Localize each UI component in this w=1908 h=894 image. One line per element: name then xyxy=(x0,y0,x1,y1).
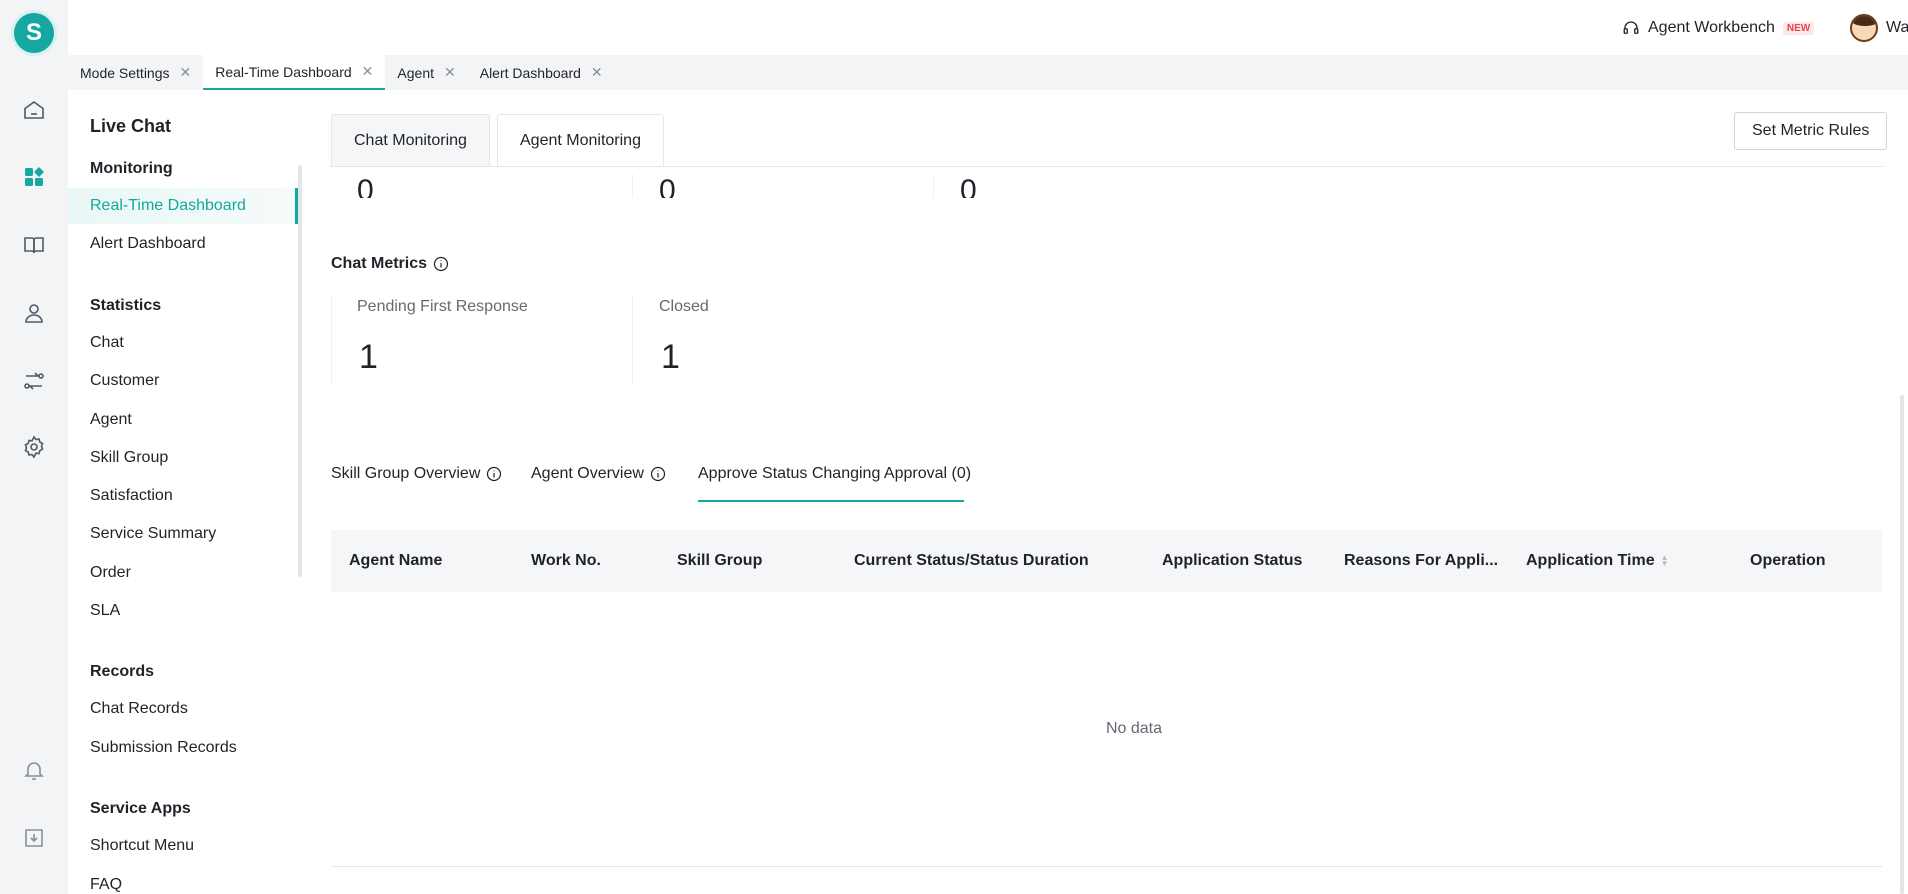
column-operation: Operation xyxy=(1750,552,1826,569)
nav-group-monitoring: Monitoring xyxy=(90,160,173,177)
close-icon[interactable]: ✕ xyxy=(444,64,456,81)
sidebar-item-alert-dashboard[interactable]: Alert Dashboard xyxy=(68,226,298,262)
user-name: Wang xyxy=(1886,19,1908,36)
tab-agent[interactable]: Agent ✕ xyxy=(385,55,467,90)
main-panel: Chat Monitoring Agent Monitoring Set Met… xyxy=(304,90,1908,894)
nav-group-statistics: Statistics xyxy=(90,297,162,314)
column-application-time[interactable]: Application Time ▲ ▼ xyxy=(1526,530,1669,592)
sidebar-item-faq[interactable]: FAQ xyxy=(68,867,298,894)
app-logo[interactable]: S xyxy=(14,13,54,53)
chat-metrics-title: Chat Metrics xyxy=(331,255,449,273)
sidebar-scrollbar[interactable] xyxy=(298,165,302,577)
sidebar-item-chat-records[interactable]: Chat Records xyxy=(68,691,298,727)
tab-label: Skill Group Overview xyxy=(331,465,481,482)
stat-label-closed: Closed xyxy=(659,298,709,315)
divider xyxy=(933,174,934,198)
stat-value: 0 xyxy=(659,174,676,198)
sidebar-item-sla[interactable]: SLA xyxy=(68,593,298,629)
sidebar-item-customer[interactable]: Customer xyxy=(68,363,298,399)
book-icon[interactable] xyxy=(21,232,47,258)
tab-label: Approve Status Changing Approval (0) xyxy=(698,465,972,482)
tab-alert-dashboard[interactable]: Alert Dashboard ✕ xyxy=(468,55,615,90)
sidebar-item-skill-group[interactable]: Skill Group xyxy=(68,440,298,476)
tab-label: Agent Overview xyxy=(531,465,644,482)
headset-icon xyxy=(1623,21,1639,34)
tab-chat-monitoring[interactable]: Chat Monitoring xyxy=(331,114,490,166)
sidebar-title: Live Chat xyxy=(90,116,172,136)
sidebar-item-chat[interactable]: Chat xyxy=(68,325,298,361)
sidebar-item-agent[interactable]: Agent xyxy=(68,402,298,438)
set-metric-rules-button[interactable]: Set Metric Rules xyxy=(1734,112,1888,150)
divider xyxy=(632,296,633,384)
close-icon[interactable]: ✕ xyxy=(362,63,374,80)
sidebar-item-submission-records[interactable]: Submission Records xyxy=(68,730,298,766)
table-header: Agent Name Work No. Skill Group Current … xyxy=(331,530,1882,592)
secondary-sidebar: Live Chat Monitoring Real-Time Dashboard… xyxy=(68,90,304,894)
info-icon[interactable] xyxy=(650,466,666,482)
sort-icon[interactable]: ▲ ▼ xyxy=(1661,554,1669,568)
table-bottom-border xyxy=(331,866,1882,867)
section-title-label: Chat Metrics xyxy=(331,255,428,272)
bell-icon[interactable] xyxy=(21,757,47,783)
nav-group-records: Records xyxy=(90,663,155,680)
avatar xyxy=(1850,14,1878,42)
page-tabs: Mode Settings ✕ Real-Time Dashboard ✕ Ag… xyxy=(68,55,1908,90)
tab-label: Real-Time Dashboard xyxy=(215,63,352,80)
tab-agent-overview[interactable]: Agent Overview xyxy=(531,465,666,483)
tab-label: Mode Settings xyxy=(80,64,170,81)
home-icon[interactable] xyxy=(21,97,47,123)
info-icon[interactable] xyxy=(433,256,449,272)
column-current-status: Current Status/Status Duration xyxy=(854,552,1089,569)
close-icon[interactable]: ✕ xyxy=(180,64,192,81)
user-menu[interactable]: Wang ▼ xyxy=(1850,13,1908,43)
column-work-no: Work No. xyxy=(531,552,601,569)
routing-icon[interactable] xyxy=(21,368,47,394)
column-skill-group: Skill Group xyxy=(677,552,763,569)
column-application-status: Application Status xyxy=(1162,552,1303,569)
sidebar-item-service-summary[interactable]: Service Summary xyxy=(68,516,298,552)
sidebar-item-satisfaction[interactable]: Satisfaction xyxy=(68,478,298,514)
column-label: Application Time xyxy=(1526,552,1655,569)
divider xyxy=(632,174,633,198)
stat-value-pending: 1 xyxy=(359,338,378,376)
stat-value: 0 xyxy=(960,174,977,198)
sidebar-item-real-time-dashboard[interactable]: Real-Time Dashboard xyxy=(68,188,298,224)
close-icon[interactable]: ✕ xyxy=(591,64,603,81)
column-reasons: Reasons For Appli... xyxy=(1344,552,1499,569)
tab-agent-monitoring[interactable]: Agent Monitoring xyxy=(497,114,664,166)
new-badge: NEW xyxy=(1782,21,1815,35)
tab-label: Alert Dashboard xyxy=(479,64,581,81)
top-header: Agent Workbench NEW Wang ▼ xyxy=(68,0,1908,55)
dashboard-icon[interactable] xyxy=(21,164,47,190)
tab-divider xyxy=(330,166,1884,167)
icon-rail: S xyxy=(0,0,68,894)
sidebar-item-order[interactable]: Order xyxy=(68,555,298,591)
tab-label: Agent xyxy=(397,64,434,81)
main-scrollbar[interactable] xyxy=(1900,395,1904,894)
settings-icon[interactable] xyxy=(21,434,47,460)
column-agent-name: Agent Name xyxy=(349,552,443,569)
agent-icon[interactable] xyxy=(21,300,47,326)
download-icon[interactable] xyxy=(21,825,47,851)
empty-state-text: No data xyxy=(1105,720,1163,737)
tab-mode-settings[interactable]: Mode Settings ✕ xyxy=(68,55,203,90)
stat-value-closed: 1 xyxy=(661,338,680,376)
tab-real-time-dashboard[interactable]: Real-Time Dashboard ✕ xyxy=(203,55,386,90)
info-icon[interactable] xyxy=(486,466,502,482)
tab-skill-group-overview[interactable]: Skill Group Overview xyxy=(331,465,502,483)
agent-workbench-link[interactable]: Agent Workbench NEW xyxy=(1622,16,1815,40)
active-tab-indicator xyxy=(698,500,964,502)
sidebar-item-shortcut-menu[interactable]: Shortcut Menu xyxy=(68,828,298,864)
divider xyxy=(331,296,332,384)
nav-group-service-apps: Service Apps xyxy=(90,800,191,817)
tab-approve-status-changing[interactable]: Approve Status Changing Approval (0) xyxy=(698,465,971,483)
agent-workbench-label: Agent Workbench xyxy=(1648,19,1775,36)
stat-value: 0 xyxy=(357,174,374,198)
stat-label-pending: Pending First Response xyxy=(357,298,528,315)
